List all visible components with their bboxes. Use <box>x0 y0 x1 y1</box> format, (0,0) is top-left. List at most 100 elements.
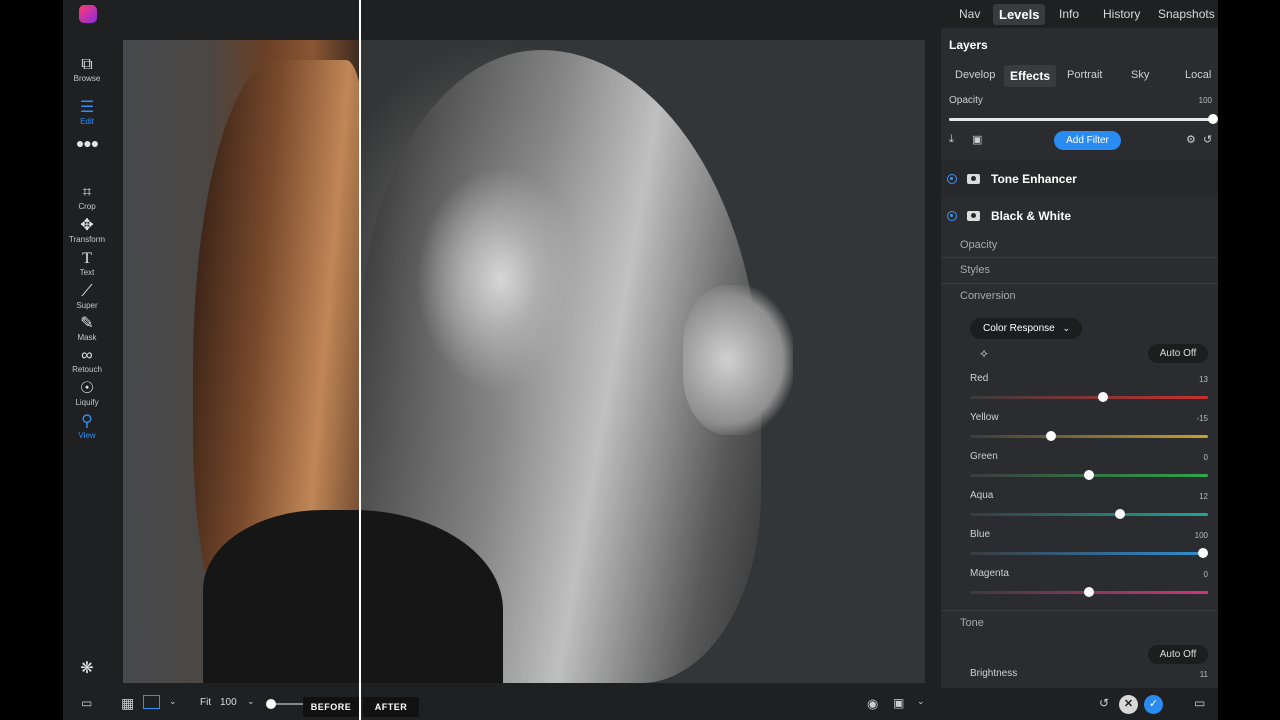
layers-title[interactable]: Layers <box>949 38 988 52</box>
filter-mask-icon[interactable] <box>967 174 980 184</box>
super-brush-icon: ⟋ <box>81 283 93 300</box>
panel-bottom-bar: ↺ ✕ ✓ ▭ <box>941 688 1218 720</box>
tool-extensions[interactable]: ❋ <box>63 660 111 678</box>
filter-toggle-icon[interactable] <box>947 211 957 221</box>
reset-icon[interactable]: ↺ <box>1203 133 1212 146</box>
slider-yellow-track[interactable] <box>970 435 1208 438</box>
tab-history[interactable]: History <box>1097 4 1146 24</box>
tab-sky[interactable]: Sky <box>1125 65 1155 85</box>
tab-levels[interactable]: Levels <box>993 4 1046 25</box>
tool-liquify[interactable]: ☉ Liquify <box>63 380 111 407</box>
tab-local[interactable]: Local <box>1179 65 1217 85</box>
sliders-icon: ☰ <box>79 99 95 116</box>
tool-super[interactable]: ⟋ Super <box>63 283 111 310</box>
tool-label: Liquify <box>75 398 99 407</box>
single-view-icon[interactable] <box>143 695 160 709</box>
tool-transform[interactable]: ✥ Transform <box>63 217 111 244</box>
section-conversion[interactable]: Conversion <box>960 290 1016 302</box>
slider-value: 0 <box>1203 453 1208 462</box>
filter-toggle-icon[interactable] <box>947 174 957 184</box>
divider <box>941 283 1218 284</box>
tab-snapshots[interactable]: Snapshots <box>1152 4 1218 24</box>
chevron-down-icon[interactable]: ⌄ <box>169 696 177 707</box>
layer-opacity-slider[interactable] <box>949 118 1215 121</box>
tool-edit[interactable]: ☰ Edit <box>63 99 111 126</box>
tool-more[interactable]: ●●● <box>63 134 111 152</box>
tool-crop[interactable]: ⌗ Crop <box>63 184 111 211</box>
zoom-fit-label[interactable]: Fit <box>200 697 211 708</box>
mask-brush-icon: ✎ <box>80 315 94 332</box>
auto-off-button-conversion[interactable]: Auto Off <box>1148 344 1208 363</box>
filter-black-white[interactable]: Black & White <box>941 198 1218 234</box>
tool-mask[interactable]: ✎ Mask <box>63 315 111 342</box>
liquify-icon: ☉ <box>79 380 95 397</box>
tab-develop[interactable]: Develop <box>949 65 1001 85</box>
zoom-slider-knob[interactable] <box>266 699 276 709</box>
cancel-button[interactable]: ✕ <box>1119 695 1138 714</box>
view-zoom-icon: ⚲ <box>81 413 93 430</box>
gear-icon[interactable]: ⚙ <box>1186 133 1196 146</box>
before-after-divider[interactable] <box>359 0 361 720</box>
tool-label: Crop <box>78 202 96 211</box>
retouch-icon: ∞ <box>81 347 93 364</box>
tab-info[interactable]: Info <box>1053 4 1085 24</box>
left-toolbar: ⧉ Browse ☰ Edit ●●● ⌗ Crop ✥ Transform T… <box>63 0 123 720</box>
import-icon[interactable]: ⤓ <box>949 133 954 146</box>
layer-opacity-knob[interactable] <box>1208 114 1218 124</box>
panel-toggle-icon[interactable]: ▭ <box>81 696 92 710</box>
panel-toggle-icon[interactable]: ▭ <box>1194 696 1205 710</box>
chevron-down-icon: ⌄ <box>1062 323 1070 333</box>
image-canvas[interactable] <box>123 40 925 683</box>
tab-nav[interactable]: Nav <box>953 4 986 24</box>
view-chevron-icon[interactable]: ⌄ <box>917 696 925 707</box>
filter-mask-icon[interactable] <box>967 211 980 221</box>
module-tabs: Develop Effects Portrait Sky Local <box>941 62 1218 88</box>
slider-red-knob[interactable] <box>1098 392 1109 402</box>
tab-effects[interactable]: Effects <box>1004 65 1057 87</box>
after-label: AFTER <box>363 697 419 717</box>
tool-label: Transform <box>68 235 106 244</box>
slider-green-knob[interactable] <box>1084 470 1094 480</box>
tool-retouch[interactable]: ∞ Retouch <box>63 347 111 374</box>
slider-yellow-knob[interactable] <box>1045 431 1056 441</box>
color-response-dropdown[interactable]: Color Response ⌄ <box>970 318 1082 339</box>
tab-portrait[interactable]: Portrait <box>1061 65 1108 85</box>
section-styles[interactable]: Styles <box>960 264 990 276</box>
slider-red-track[interactable] <box>970 396 1208 399</box>
divider <box>941 610 1218 611</box>
text-icon: T <box>82 250 92 267</box>
tool-label: Retouch <box>72 365 102 374</box>
tool-browse[interactable]: ⧉ Browse <box>63 56 111 83</box>
slider-label: Blue <box>970 529 991 540</box>
slider-blue-track[interactable] <box>970 552 1208 555</box>
grid-view-icon[interactable]: ▦ <box>121 695 134 712</box>
filter-name: Black & White <box>991 209 1072 223</box>
eye-icon[interactable]: ◉ <box>867 696 878 712</box>
slider-magenta-knob[interactable] <box>1084 587 1094 597</box>
auto-off-button-tone[interactable]: Auto Off <box>1148 645 1208 664</box>
tool-label: Browse <box>73 74 101 83</box>
tool-label: Mask <box>77 333 97 342</box>
mask-view-icon[interactable]: ▣ <box>893 696 904 710</box>
add-filter-button[interactable]: Add Filter <box>1054 131 1121 150</box>
slider-aqua-track[interactable] <box>970 513 1208 516</box>
mask-icon[interactable]: ▣ <box>972 133 982 146</box>
extensions-icon: ❋ <box>80 660 94 677</box>
magic-wand-icon[interactable]: ✧ <box>979 347 989 361</box>
apply-button[interactable]: ✓ <box>1144 695 1163 714</box>
zoom-chevron-icon[interactable]: ⌄ <box>247 696 255 707</box>
tool-view[interactable]: ⚲ View <box>63 413 111 440</box>
slider-blue-knob[interactable] <box>1198 548 1209 558</box>
slider-aqua-knob[interactable] <box>1114 509 1125 519</box>
section-tone[interactable]: Tone <box>960 617 984 629</box>
slider-label: Magenta <box>970 568 1009 579</box>
slider-label: Yellow <box>970 412 999 423</box>
reset-icon[interactable]: ↺ <box>1099 696 1109 710</box>
section-opacity[interactable]: Opacity <box>960 239 997 251</box>
layer-opacity-value: 100 <box>1198 96 1212 105</box>
brightness-label: Brightness <box>970 668 1018 679</box>
zoom-value[interactable]: 100 <box>220 697 237 708</box>
tool-text[interactable]: T Text <box>63 250 111 277</box>
filter-tone-enhancer[interactable]: Tone Enhancer <box>941 161 1218 197</box>
bottom-toolbar: ▭ ▦ ⌄ Fit 100 ⌄ ◉ ▣ ⌄ <box>63 688 941 720</box>
